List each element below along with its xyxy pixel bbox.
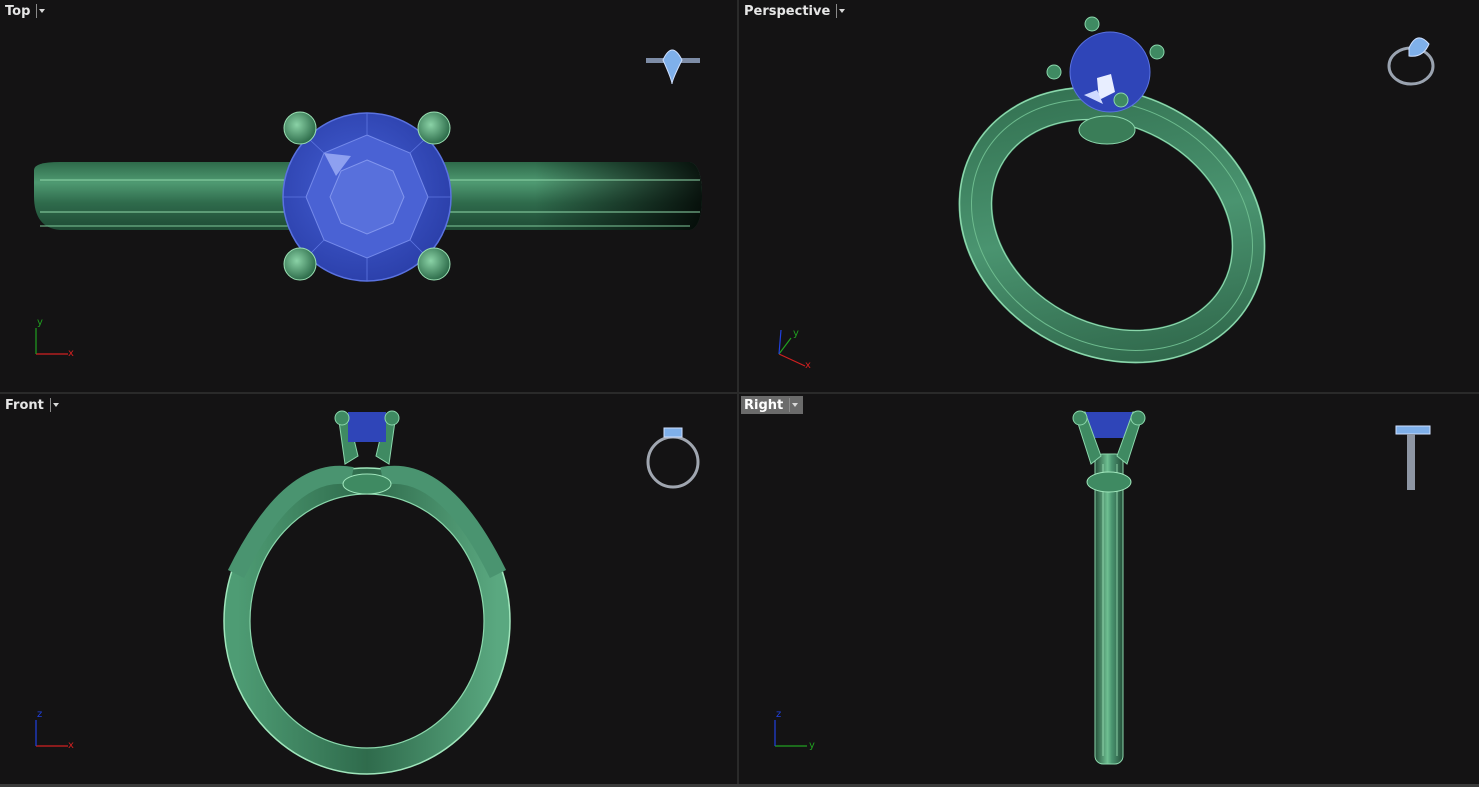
axis-gizmo-icon: y z — [774, 709, 815, 751]
viewport-title-right[interactable]: Right — [741, 396, 804, 414]
viewport-title-top[interactable]: Top — [2, 2, 50, 20]
perspective-view-render — [958, 16, 1435, 364]
front-view-render — [223, 410, 700, 775]
svg-text:z: z — [776, 709, 781, 720]
svg-text:y: y — [793, 328, 799, 339]
viewport-title-front[interactable]: Front — [2, 396, 64, 414]
right-view-render — [1072, 410, 1431, 765]
svg-text:x: x — [68, 348, 74, 359]
ring-thumbnail-icon — [1387, 37, 1435, 86]
dropdown-arrow-icon[interactable] — [36, 4, 47, 18]
top-view-render — [34, 49, 702, 282]
ring-thumbnail-icon — [1395, 425, 1431, 490]
svg-text:y: y — [37, 317, 43, 328]
svg-text:y: y — [809, 740, 815, 751]
ring-thumbnail-icon — [646, 49, 700, 85]
viewport-perspective[interactable]: Perspective x y — [739, 0, 1479, 392]
ring-thumbnail-icon — [646, 427, 700, 489]
axis-gizmo-icon: x z — [35, 709, 74, 751]
dropdown-arrow-icon[interactable] — [836, 4, 847, 18]
viewport-front[interactable]: Front x z — [0, 394, 737, 784]
svg-text:z: z — [37, 709, 42, 720]
axis-gizmo-icon: x y — [778, 328, 811, 368]
viewport-top[interactable]: Top x y — [0, 0, 737, 392]
axis-gizmo-icon: x y — [35, 317, 74, 359]
viewport-title-perspective[interactable]: Perspective — [741, 2, 850, 20]
dropdown-arrow-icon[interactable] — [789, 398, 800, 412]
svg-text:x: x — [805, 360, 811, 368]
svg-text:x: x — [68, 740, 74, 751]
viewport-right[interactable]: Right y z — [739, 394, 1479, 784]
dropdown-arrow-icon[interactable] — [49, 398, 61, 412]
